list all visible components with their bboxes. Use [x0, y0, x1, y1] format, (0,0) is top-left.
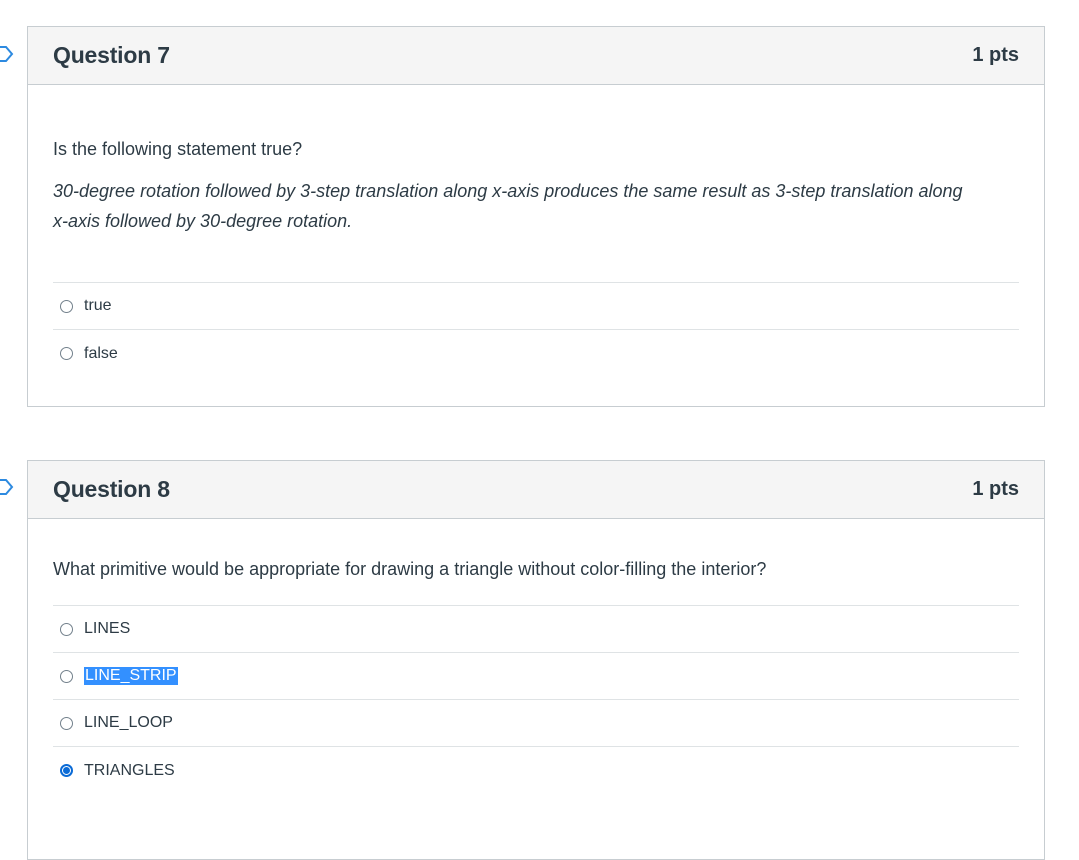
answer-option[interactable]: LINE_STRIP [53, 653, 1019, 700]
question-header: Question 7 1 pts [28, 27, 1044, 85]
radio-button[interactable] [60, 716, 73, 730]
answer-label[interactable]: false [84, 345, 118, 363]
answer-option[interactable]: false [53, 330, 1019, 377]
radio-button[interactable] [60, 669, 73, 683]
question-body: Is the following statement true? 30-degr… [28, 139, 1044, 377]
question-card-7: Question 7 1 pts Is the following statem… [27, 26, 1045, 407]
question-points: 1 pts [972, 44, 1019, 66]
question-title: Question 7 [53, 42, 170, 68]
answer-option[interactable]: LINE_LOOP [53, 700, 1019, 747]
radio-button[interactable] [60, 622, 73, 636]
answer-option[interactable]: LINES [53, 606, 1019, 653]
answer-option[interactable]: TRIANGLES [53, 747, 1019, 794]
answer-label[interactable]: TRIANGLES [84, 762, 175, 780]
radio-button-checked[interactable] [60, 764, 73, 777]
answer-label[interactable]: LINE_STRIP [84, 667, 178, 685]
question-statement-line: 30-degree rotation followed by 3-step tr… [53, 181, 963, 201]
flag-question-icon[interactable] [0, 46, 14, 62]
answer-option[interactable]: true [53, 283, 1019, 330]
question-title: Question 8 [53, 476, 170, 502]
radio-button[interactable] [60, 299, 73, 313]
answer-label[interactable]: true [84, 297, 112, 315]
answer-label[interactable]: LINE_LOOP [84, 714, 173, 732]
question-header: Question 8 1 pts [28, 461, 1044, 519]
question-statement-line: x-axis followed by 30-degree rotation. [53, 211, 353, 231]
question-prompt: What primitive would be appropriate for … [53, 559, 767, 579]
answer-list: LINES LINE_STRIP LINE_LOOP TRIANGLES [53, 605, 1019, 794]
question-prompt: Is the following statement true? [53, 139, 303, 159]
answer-list: true false [53, 282, 1019, 377]
question-body: What primitive would be appropriate for … [28, 559, 1044, 794]
question-points: 1 pts [972, 478, 1019, 500]
answer-label[interactable]: LINES [84, 620, 130, 638]
radio-button[interactable] [60, 347, 73, 360]
question-card-8: Question 8 1 pts What primitive would be… [27, 460, 1045, 860]
flag-question-icon[interactable] [0, 479, 14, 495]
